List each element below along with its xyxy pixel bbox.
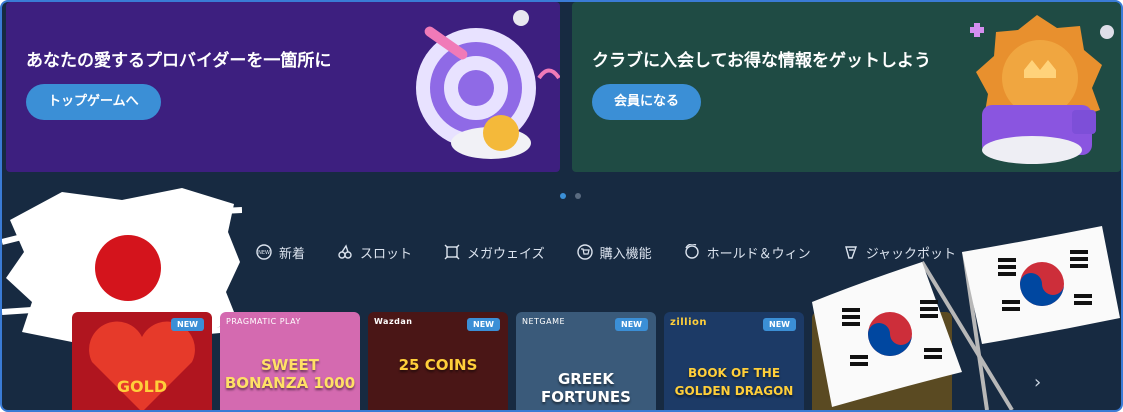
- game-card[interactable]: NEW GOLD: [72, 312, 212, 410]
- next-arrow-icon[interactable]: ›: [1034, 372, 1041, 393]
- provider-label: PRAGMATIC PLAY: [226, 317, 301, 326]
- game-title: BOOK OF THE GOLDEN DRAGON: [674, 366, 794, 398]
- new-badge: NEW: [171, 318, 204, 331]
- target-illustration-icon: [416, 10, 560, 159]
- join-member-button[interactable]: 会員になる: [592, 84, 702, 120]
- game-card[interactable]: NETGAME NEW GREEK FORTUNES: [516, 312, 656, 410]
- promo-frame: あなたの愛するプロバイダーを一箇所に トップゲームへ クラブに入会してお得な情報…: [0, 0, 1123, 412]
- carousel-dots: [560, 184, 585, 203]
- korea-flags-icon: [812, 226, 1120, 410]
- category-label: 新着: [279, 246, 306, 262]
- category-label: ホールド＆ウィン: [706, 246, 811, 262]
- game-title: 25 COINS: [398, 356, 478, 374]
- game-title: SWEET BONANZA 1000: [224, 356, 356, 392]
- category-label: 購入機能: [599, 246, 652, 262]
- carousel-dot-active[interactable]: [560, 193, 566, 199]
- banner-title: クラブに入会してお得な情報をゲットしよう: [592, 51, 931, 71]
- new-icon: NEW: [256, 244, 272, 260]
- svg-text:GOLD: GOLD: [117, 377, 167, 396]
- coin-icon: [684, 244, 699, 259]
- category-label: メガウェイズ: [467, 246, 545, 262]
- category-slots[interactable]: スロット: [337, 240, 412, 264]
- banner-club: クラブに入会してお得な情報をゲットしよう 会員になる: [572, 2, 1121, 172]
- provider-label: Wazdan: [374, 317, 413, 326]
- provider-label: NETGAME: [522, 317, 566, 326]
- game-card[interactable]: zillion NEW BOOK OF THE GOLDEN DRAGON: [664, 312, 804, 410]
- category-new[interactable]: NEW 新着: [256, 240, 305, 264]
- category-megaways[interactable]: メガウェイズ: [444, 240, 545, 264]
- category-label: スロット: [360, 246, 413, 262]
- cherry-icon: [338, 244, 352, 259]
- new-badge: NEW: [615, 318, 648, 331]
- banner-providers: あなたの愛するプロバイダーを一箇所に トップゲームへ: [6, 2, 560, 172]
- badge-illustration-icon: [970, 15, 1114, 164]
- category-buy-feature[interactable]: 購入機能: [576, 240, 652, 264]
- game-card[interactable]: Wazdan NEW 25 COINS: [368, 312, 508, 410]
- top-games-button[interactable]: トップゲームへ: [26, 84, 161, 120]
- game-card[interactable]: PRAGMATIC PLAY SWEET BONANZA 1000: [220, 312, 360, 410]
- game-title: GREEK FORTUNES: [541, 370, 631, 406]
- new-badge: NEW: [763, 318, 796, 331]
- new-badge: NEW: [467, 318, 500, 331]
- banner-title: あなたの愛するプロバイダーを一箇所に: [26, 51, 332, 71]
- provider-label: zillion: [670, 317, 708, 328]
- cart-icon: [576, 244, 593, 260]
- megaways-icon: [444, 244, 460, 260]
- carousel-dot[interactable]: [575, 193, 582, 199]
- svg-text:NEW: NEW: [258, 250, 270, 256]
- category-hold-and-win[interactable]: ホールド＆ウィン: [684, 240, 811, 264]
